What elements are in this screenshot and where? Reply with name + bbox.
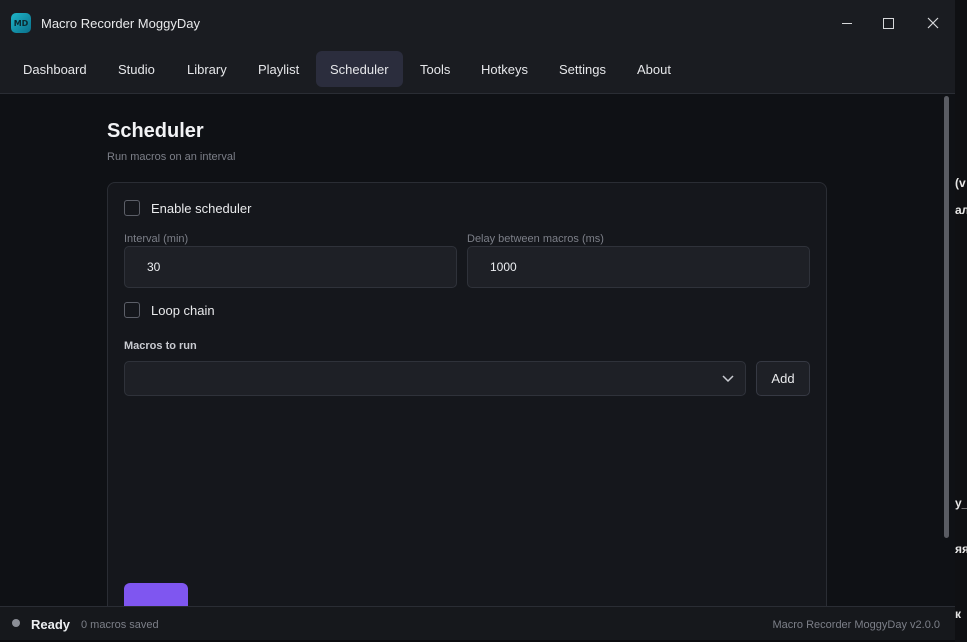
background-text [310,631,410,642]
tab-bar: Dashboard Studio Library Playlist Schedu… [0,46,955,94]
scheduler-card: Enable scheduler Interval (min) 30 Delay… [107,182,827,606]
enable-scheduler-checkbox[interactable] [124,200,140,216]
delay-label: Delay between macros (ms) [467,233,604,245]
page-title: Scheduler [107,120,204,142]
maximize-button[interactable] [876,12,900,34]
status-indicator-icon [12,619,20,627]
app-window: MD Macro Recorder MoggyDay Dashboard Stu… [0,0,955,640]
title-bar[interactable]: MD Macro Recorder MoggyDay [0,0,955,46]
primary-action-button[interactable] [124,583,188,606]
tab-dashboard[interactable]: Dashboard [9,51,101,87]
minimize-button[interactable] [835,12,859,34]
main-content: Scheduler Run macros on an interval Enab… [0,94,955,606]
window-title: Macro Recorder MoggyDay [41,16,200,31]
interval-label: Interval (min) [124,233,189,245]
chevron-down-icon [722,375,734,383]
maximize-icon [882,17,894,29]
tab-studio[interactable]: Studio [104,51,169,87]
scrollbar-thumb[interactable] [944,96,949,538]
page-subtitle: Run macros on an interval [107,151,236,163]
tab-tools[interactable]: Tools [406,51,464,87]
tab-scheduler[interactable]: Scheduler [316,51,403,87]
status-bar: Ready 0 macros saved Macro Recorder Mogg… [0,606,955,640]
background-text: ал [955,203,967,217]
macro-count: 0 macros saved [81,619,159,631]
background-text: яя [955,542,967,556]
minimize-icon [842,22,852,24]
status-state: Ready [31,617,71,632]
tab-hotkeys[interactable]: Hotkeys [467,51,542,87]
add-macro-button[interactable]: Add [756,361,810,396]
loop-chain-checkbox[interactable] [124,302,140,318]
interval-input[interactable]: 30 [124,246,457,288]
macros-to-run-label: Macros to run [124,340,197,352]
loop-chain-label[interactable]: Loop chain [151,303,215,318]
macro-select[interactable] [124,361,746,396]
background-text: y_s [955,496,967,510]
delay-input[interactable]: 1000 [467,246,810,288]
app-logo-icon: MD [11,13,31,33]
tab-about[interactable]: About [623,51,685,87]
enable-scheduler-label[interactable]: Enable scheduler [151,201,251,216]
close-button[interactable] [921,12,945,34]
tab-settings[interactable]: Settings [545,51,620,87]
close-icon [927,17,939,29]
tab-library[interactable]: Library [173,51,241,87]
tab-playlist[interactable]: Playlist [244,51,313,87]
background-text: к [955,607,962,621]
background-text: (v [955,176,966,190]
app-version: Macro Recorder MoggyDay v2.0.0 [772,619,940,631]
